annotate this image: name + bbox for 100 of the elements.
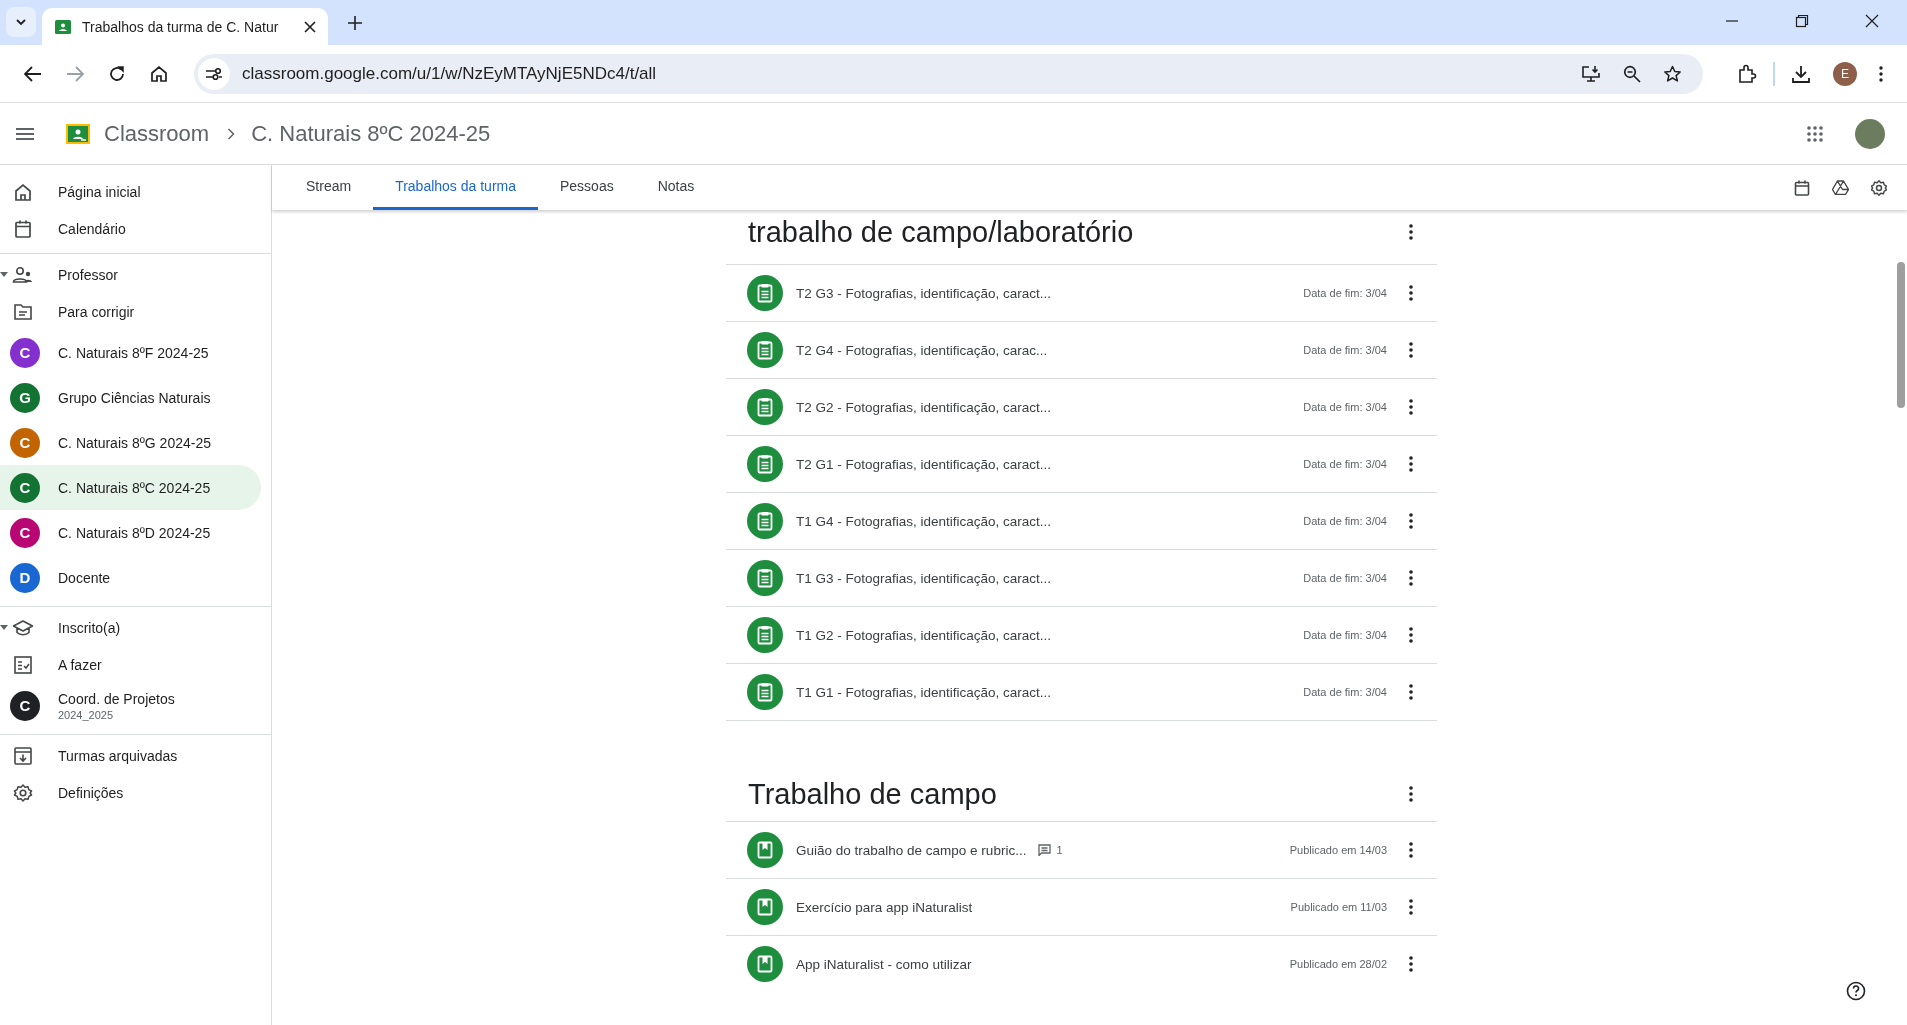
caret-icon[interactable] [0,625,8,630]
tab[interactable]: Pessoas [538,165,636,210]
apps-grid-icon[interactable] [1807,125,1823,142]
home-icon[interactable] [150,64,168,83]
item-title: T2 G1 - Fotografias, identificação, caract... [796,456,1052,472]
class-item[interactable]: C C. Naturais 8ºF 2024-25 [0,330,261,375]
more-options-icon[interactable] [1409,956,1413,972]
site-settings-icon[interactable] [198,57,230,90]
install-app-icon[interactable] [1581,64,1601,83]
assignment-icon [747,332,783,368]
profile-avatar[interactable]: E [1833,61,1857,86]
calendar-icon[interactable] [1794,179,1810,196]
class-item[interactable]: C C. Naturais 8ºG 2024-25 [0,420,261,465]
sidebar-item[interactable]: Definições [0,774,261,811]
more-options-icon[interactable] [1409,684,1413,700]
item-title: Exercício para app iNaturalist [796,899,973,915]
address-bar[interactable]: classroom.google.com/u/1/w/NzEyMTAyNjE5NDc4/t/all [194,53,1703,94]
chevron-right-icon [227,127,236,140]
classwork-item[interactable]: T2 G2 - Fotografias, identificação, caract... Data de fim: 3/04 [726,379,1437,436]
restore-icon[interactable] [1795,14,1809,28]
classwork-item[interactable]: Guião do trabalho de campo e rubric... 1 Publicado em 14/03 [726,822,1437,879]
class-avatar: G [10,382,40,413]
more-options-icon[interactable] [1409,399,1413,415]
class-item[interactable]: D Docente [0,555,261,600]
menu-icon[interactable] [16,127,34,140]
item-title: T1 G1 - Fotografias, identificação, caract... [796,684,1052,700]
item-date: Data de fim: 3/04 [1303,458,1387,470]
close-icon[interactable] [304,20,316,33]
tab[interactable]: Stream [284,165,374,210]
download-icon[interactable] [1791,63,1811,84]
classwork-item[interactable]: T2 G3 - Fotografias, identificação, caract... Data de fim: 3/04 [726,265,1437,322]
classwork-item[interactable]: Exercício para app iNaturalist Publicado em 11/03 [726,879,1437,936]
more-options-icon[interactable] [1409,224,1413,240]
classwork-item[interactable]: T1 G1 - Fotografias, identificação, caract... Data de fim: 3/04 [726,664,1437,721]
help-icon[interactable] [1846,981,1866,1001]
more-options-icon[interactable] [1409,899,1413,915]
scrollbar-thumb[interactable] [1897,262,1905,408]
class-name[interactable]: C. Naturais 8ºC 2024-25 [251,120,491,147]
more-icon[interactable] [1879,65,1883,82]
item-title: App iNaturalist - como utilizar [796,956,972,972]
item-date: Publicado em 14/03 [1289,844,1387,856]
more-options-icon[interactable] [1409,342,1413,358]
topic-title: Trabalho de campo [748,777,997,811]
more-options-icon[interactable] [1409,786,1413,802]
more-options-icon[interactable] [1409,570,1413,586]
star-icon[interactable] [1663,64,1682,83]
forward-icon[interactable] [66,65,84,82]
class-item[interactable]: C C. Naturais 8ºC 2024-25 [0,465,261,510]
classwork-item[interactable]: T2 G1 - Fotografias, identificação, caract... Data de fim: 3/04 [726,436,1437,493]
more-options-icon[interactable] [1409,627,1413,643]
extensions-icon[interactable] [1737,63,1757,84]
item-date: Publicado em 11/03 [1290,901,1387,913]
item-date: Data de fim: 3/04 [1303,515,1387,527]
zoom-out-icon[interactable] [1623,64,1641,83]
assignment-icon [747,674,783,710]
classroom-logo-icon[interactable] [66,123,90,144]
sidebar-section-header[interactable]: Professor [0,256,261,293]
item-date: Data de fim: 3/04 [1303,344,1387,356]
classwork-item[interactable]: T2 G4 - Fotografias, identificação, carac... Data de fim: 3/04 [726,322,1437,379]
material-icon [747,946,783,982]
sidebar-item[interactable]: Turmas arquivadas [0,737,261,774]
more-options-icon[interactable] [1409,285,1413,301]
class-item[interactable]: G Grupo Ciências Naturais [0,375,261,420]
classwork-item[interactable]: T1 G4 - Fotografias, identificação, caract... Data de fim: 3/04 [726,493,1437,550]
sidebar-item[interactable]: Página inicial [0,173,261,210]
sidebar-section-header[interactable]: Inscrito(a) [0,609,261,646]
sidebar-item[interactable]: A fazer [0,646,261,683]
browser-tab[interactable]: Trabalhos da turma de C. Natur [42,8,328,45]
new-tab-icon[interactable] [348,16,362,30]
tab[interactable]: Notas [635,165,717,210]
more-options-icon[interactable] [1409,842,1413,858]
assignment-icon [747,503,783,539]
drive-icon[interactable] [1832,180,1849,195]
item-title: T2 G4 - Fotografias, identificação, carac... [796,342,1048,358]
classwork-item[interactable]: App iNaturalist - como utilizar Publicado em 28/02 [726,936,1437,992]
classroom-logo-icon [54,17,72,36]
comment-icon [1038,844,1052,856]
caret-icon[interactable] [0,272,8,277]
reload-icon[interactable] [108,64,126,83]
topic-title: trabalho de campo/laboratório [748,215,1134,249]
classwork-item[interactable]: T1 G3 - Fotografias, identificação, caract... Data de fim: 3/04 [726,550,1437,607]
item-title: T2 G2 - Fotografias, identificação, caract... [796,399,1052,415]
class-item[interactable]: C C. Naturais 8ºD 2024-25 [0,510,261,555]
app-title[interactable]: Classroom [104,120,210,147]
avatar-placeholder[interactable] [1855,118,1885,149]
tab-list-button[interactable] [6,7,36,37]
more-options-icon[interactable] [1409,513,1413,529]
tab[interactable]: Trabalhos da turma [373,165,538,210]
folder-list-icon [12,302,34,321]
sidebar-item[interactable]: Para corrigir [0,293,261,330]
item-date: Data de fim: 3/04 [1303,572,1387,584]
sidebar-item[interactable]: Calendário [0,210,261,247]
more-options-icon[interactable] [1409,456,1413,472]
close-icon[interactable] [1865,14,1879,28]
checklist-icon [12,655,34,674]
class-avatar: C [10,517,40,548]
back-icon[interactable] [24,65,42,82]
class-item[interactable]: C Coord. de Projetos 2024_2025 [0,683,261,728]
classwork-item[interactable]: T1 G2 - Fotografias, identificação, caract... Data de fim: 3/04 [726,607,1437,664]
settings-icon[interactable] [1871,179,1887,196]
